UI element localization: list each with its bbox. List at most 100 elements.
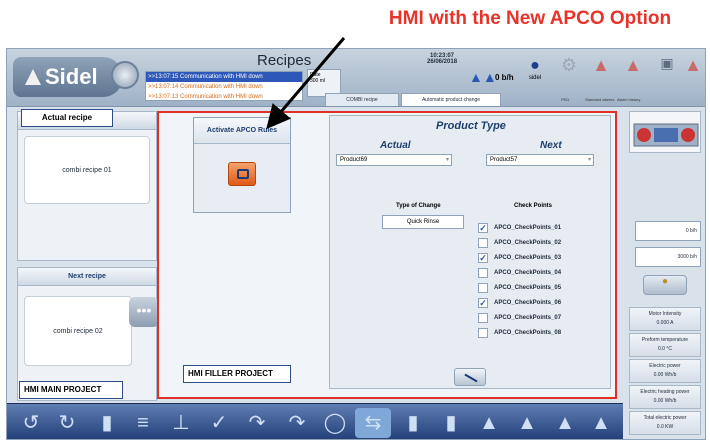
alarm-list[interactable]: >>13:07:15 Communication with HMI down >… — [145, 71, 303, 101]
tab-combi-recipe[interactable]: COMBI recipe — [325, 93, 399, 106]
checkpoint-row[interactable]: APCO_CheckPoints_04 — [478, 265, 561, 280]
next-product-value: Product57 — [490, 157, 518, 163]
gear-icon[interactable]: ⚙ — [555, 55, 583, 89]
main-project-tag: HMI MAIN PROJECT — [19, 381, 123, 399]
confirm-pen-button[interactable] — [454, 368, 486, 386]
checkbox[interactable] — [478, 327, 488, 338]
apco-rules-panel: Activate APCO Rules — [193, 117, 291, 213]
checkbox[interactable]: ✓ — [478, 252, 488, 263]
user-name: sidel — [528, 75, 542, 81]
datetime: 10:23:07 26/06/2018 — [427, 53, 457, 65]
alarm-history-icon[interactable]: ▲ — [679, 55, 705, 89]
checkbox[interactable] — [478, 267, 488, 278]
checkbox[interactable] — [478, 282, 488, 293]
checkbox[interactable]: ✓ — [478, 222, 488, 233]
bottle-counter-icon: ▲▲ — [469, 69, 497, 85]
sidel-logo[interactable]: Sidel — [13, 57, 123, 97]
hmi-screen: Sidel Recipes >>13:07:15 Communication w… — [6, 48, 706, 440]
next-product-select[interactable]: Product57 ▾ — [486, 154, 594, 166]
tab-automatic-product-change[interactable]: Automatic product change — [401, 93, 501, 106]
apco-frame: Activate APCO Rules HMI FILLER PROJECT P… — [157, 111, 617, 399]
type-of-change-label: Type of Change — [396, 203, 441, 209]
rotate-left-icon[interactable]: ↺ — [13, 408, 49, 438]
checkpoint-row[interactable]: APCO_CheckPoints_08 — [478, 325, 561, 340]
checkpoint-row[interactable]: APCO_CheckPoints_02 — [478, 235, 561, 250]
actual-product-select[interactable]: Product69 ▾ — [336, 154, 452, 166]
metric-value: 0.000 A — [656, 320, 674, 326]
machine-illustration — [629, 111, 701, 153]
check-icon[interactable]: ✓ — [201, 408, 237, 438]
filler-project-tag: HMI FILLER PROJECT — [183, 365, 291, 383]
activate-apco-button[interactable] — [228, 162, 256, 186]
alarm-row[interactable]: >>13:07:15 Communication with HMI down — [146, 72, 302, 82]
checkbox[interactable]: ✓ — [478, 297, 488, 308]
filler-icon[interactable]: ◯ — [317, 408, 353, 438]
checkpoint-row[interactable]: APCO_CheckPoints_07 — [478, 310, 561, 325]
checkpoint-row[interactable]: ✓ APCO_CheckPoints_06 — [478, 295, 561, 310]
home-knob-button[interactable] — [111, 61, 139, 89]
standard-alarms-label: Standard alarms — [585, 97, 615, 102]
checkpoint-row[interactable]: APCO_CheckPoints_05 — [478, 280, 561, 295]
alarm-icon[interactable]: ▲ — [619, 55, 647, 89]
bottle-rate-1: 0 b/h — [635, 221, 701, 241]
alarm-warning-icon[interactable]: ▲ — [583, 408, 619, 438]
monitor-icon[interactable]: ▣ — [653, 55, 681, 89]
transfer-icon[interactable]: ↷ — [239, 408, 275, 438]
metric-value: 0.0 KW — [656, 424, 674, 430]
next-recipe-heading: Next recipe — [18, 268, 156, 286]
metric-value: 0.0 °C — [658, 346, 672, 352]
checkpoint-label: APCO_CheckPoints_07 — [494, 314, 562, 321]
motor-intensity: Motor Intensity 0.000 A — [629, 307, 701, 331]
more-options-button[interactable]: ••• — [129, 297, 159, 327]
bottle-fill-icon[interactable]: ▮ — [433, 408, 469, 438]
apco-toggle-icon — [237, 169, 249, 179]
clock-date: 26/06/2018 — [427, 59, 458, 65]
alarm-row[interactable]: >>13:07:13 Communication with HMI down — [146, 92, 302, 100]
metric-value: 0.00 Wh/b — [653, 398, 677, 404]
alarm-warning-icon[interactable]: ▲ — [509, 408, 545, 438]
chevron-down-icon: ▾ — [445, 157, 449, 163]
next-recipe-card[interactable]: combi recipe 02 — [24, 296, 132, 366]
type-of-change-field[interactable]: Quick Rinse — [382, 215, 464, 229]
metric-label: Electric power — [649, 363, 681, 369]
warning-icon[interactable]: ▲ — [587, 55, 615, 89]
bottle-icon[interactable]: ▮ — [89, 408, 125, 438]
capper-icon[interactable]: ↷ — [279, 408, 315, 438]
apco-rules-title: Activate APCO Rules — [194, 118, 290, 144]
checkbox[interactable] — [478, 312, 488, 323]
oven-icon[interactable]: ≡ — [125, 408, 161, 438]
mould-icon[interactable]: ⊥ — [163, 408, 199, 438]
preform-temperature: Preform temperature 0.0 °C — [629, 333, 701, 357]
rotate-icon[interactable]: ↻ — [49, 408, 85, 438]
checkpoint-row[interactable]: ✓ APCO_CheckPoints_03 — [478, 250, 561, 265]
metric-label: Electric heating power — [640, 389, 690, 395]
machine-icon — [633, 123, 699, 147]
metric-label: Preform temperature — [641, 337, 689, 343]
checkpoint-list: ✓ APCO_CheckPoints_01 APCO_CheckPoints_02… — [478, 220, 561, 340]
checkbox[interactable] — [478, 237, 488, 248]
actual-label: Actual — [380, 140, 411, 151]
page-title: Recipes — [257, 52, 312, 69]
checkpoint-label: APCO_CheckPoints_04 — [494, 269, 562, 276]
checkpoint-label: APCO_CheckPoints_06 — [494, 299, 562, 306]
inspection-icon[interactable]: ▲ — [471, 408, 507, 438]
top-bar: Sidel Recipes >>13:07:15 Communication w… — [7, 49, 705, 107]
right-column: 0 b/h 3000 b/h ● Motor Intensity 0.000 A… — [629, 111, 703, 409]
checkpoint-label: APCO_CheckPoints_01 — [494, 224, 562, 231]
current-recipe-card[interactable]: combi recipe 01 — [24, 136, 150, 204]
alarm-warning-icon[interactable]: ▲ — [547, 408, 583, 438]
alarm-row[interactable]: >>13:07:14 Communication with HMI down — [146, 82, 302, 92]
total-electric-power: Total electric power 0.0 KW — [629, 411, 701, 435]
current-recipe-panel: Current recipe combi recipe 01 — [17, 111, 157, 261]
lightbulb-button[interactable]: ● — [643, 275, 687, 295]
actual-product-value: Product69 — [340, 157, 368, 163]
alarm-history-label: Alarm history — [617, 97, 641, 102]
product-change-icon[interactable]: ⇆ — [355, 408, 391, 438]
metric-value: 0.00 Wh/b — [653, 372, 677, 378]
checkpoint-label: APCO_CheckPoints_05 — [494, 284, 562, 291]
checkpoint-row[interactable]: ✓ APCO_CheckPoints_01 — [478, 220, 561, 235]
checkpoint-label: APCO_CheckPoints_02 — [494, 239, 562, 246]
user-button[interactable]: ● sidel — [521, 57, 549, 81]
labeller-icon[interactable]: ▮ — [395, 408, 431, 438]
bottle-rate-2: 3000 b/h — [635, 247, 701, 267]
